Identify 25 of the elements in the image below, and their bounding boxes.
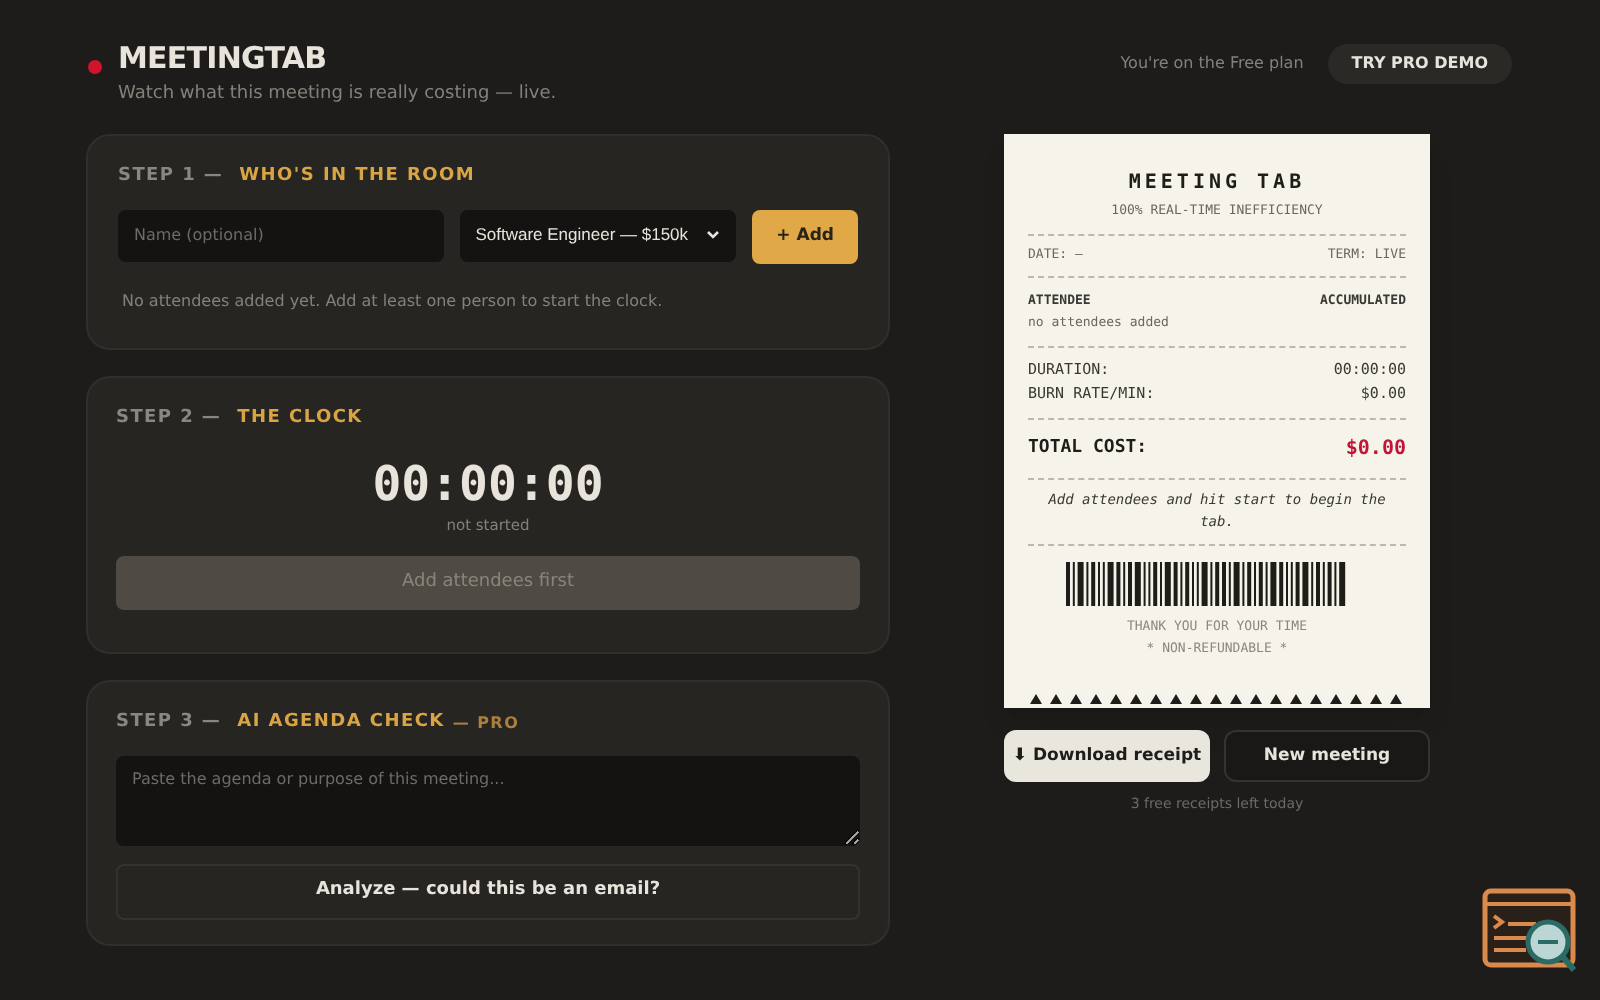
tagline: Watch what this meeting is really costing — live.	[118, 81, 557, 107]
receipt-title: MEETING TAB	[1126, 170, 1308, 198]
role-select[interactable]: Software Engineer — $150k	[459, 209, 737, 261]
attendee-hint: No attendees added yet. Add at least one person to start the clock.	[122, 289, 665, 313]
name-field[interactable]: Name (optional)	[118, 209, 444, 261]
new-meeting-button[interactable]: New meeting	[1224, 730, 1430, 782]
chevron-icon	[706, 230, 721, 240]
try-pro-button[interactable]: TRY PRO DEMO	[1327, 44, 1512, 84]
step-title: WHO'S IN THE ROOM	[239, 164, 476, 190]
total-label: TOTAL COST:	[1028, 435, 1148, 462]
step-title: THE CLOCK	[237, 406, 363, 432]
code-inspect-icon	[1482, 888, 1582, 978]
download-button[interactable]: ⬇ Download receipt	[1004, 730, 1210, 782]
pro-label: — PRO	[452, 711, 520, 736]
plan-note: You're on the Free plan	[1120, 52, 1304, 76]
timer: 00:00:00	[372, 453, 604, 513]
agenda-field[interactable]: Paste the agenda or purpose of this meeting...	[116, 755, 860, 845]
step-number: STEP 3 —	[116, 710, 222, 736]
total-value: $0.00	[1345, 436, 1406, 464]
add-button[interactable]: + Add	[752, 209, 858, 263]
step-number: STEP 2 —	[116, 406, 222, 432]
step-title: AI AGENDA CHECK	[237, 710, 445, 736]
step-number: STEP 1 —	[118, 164, 224, 190]
app-title: MEETINGTAB	[118, 38, 329, 80]
analyze-button[interactable]: Analyze — could this be an email?	[116, 863, 860, 919]
